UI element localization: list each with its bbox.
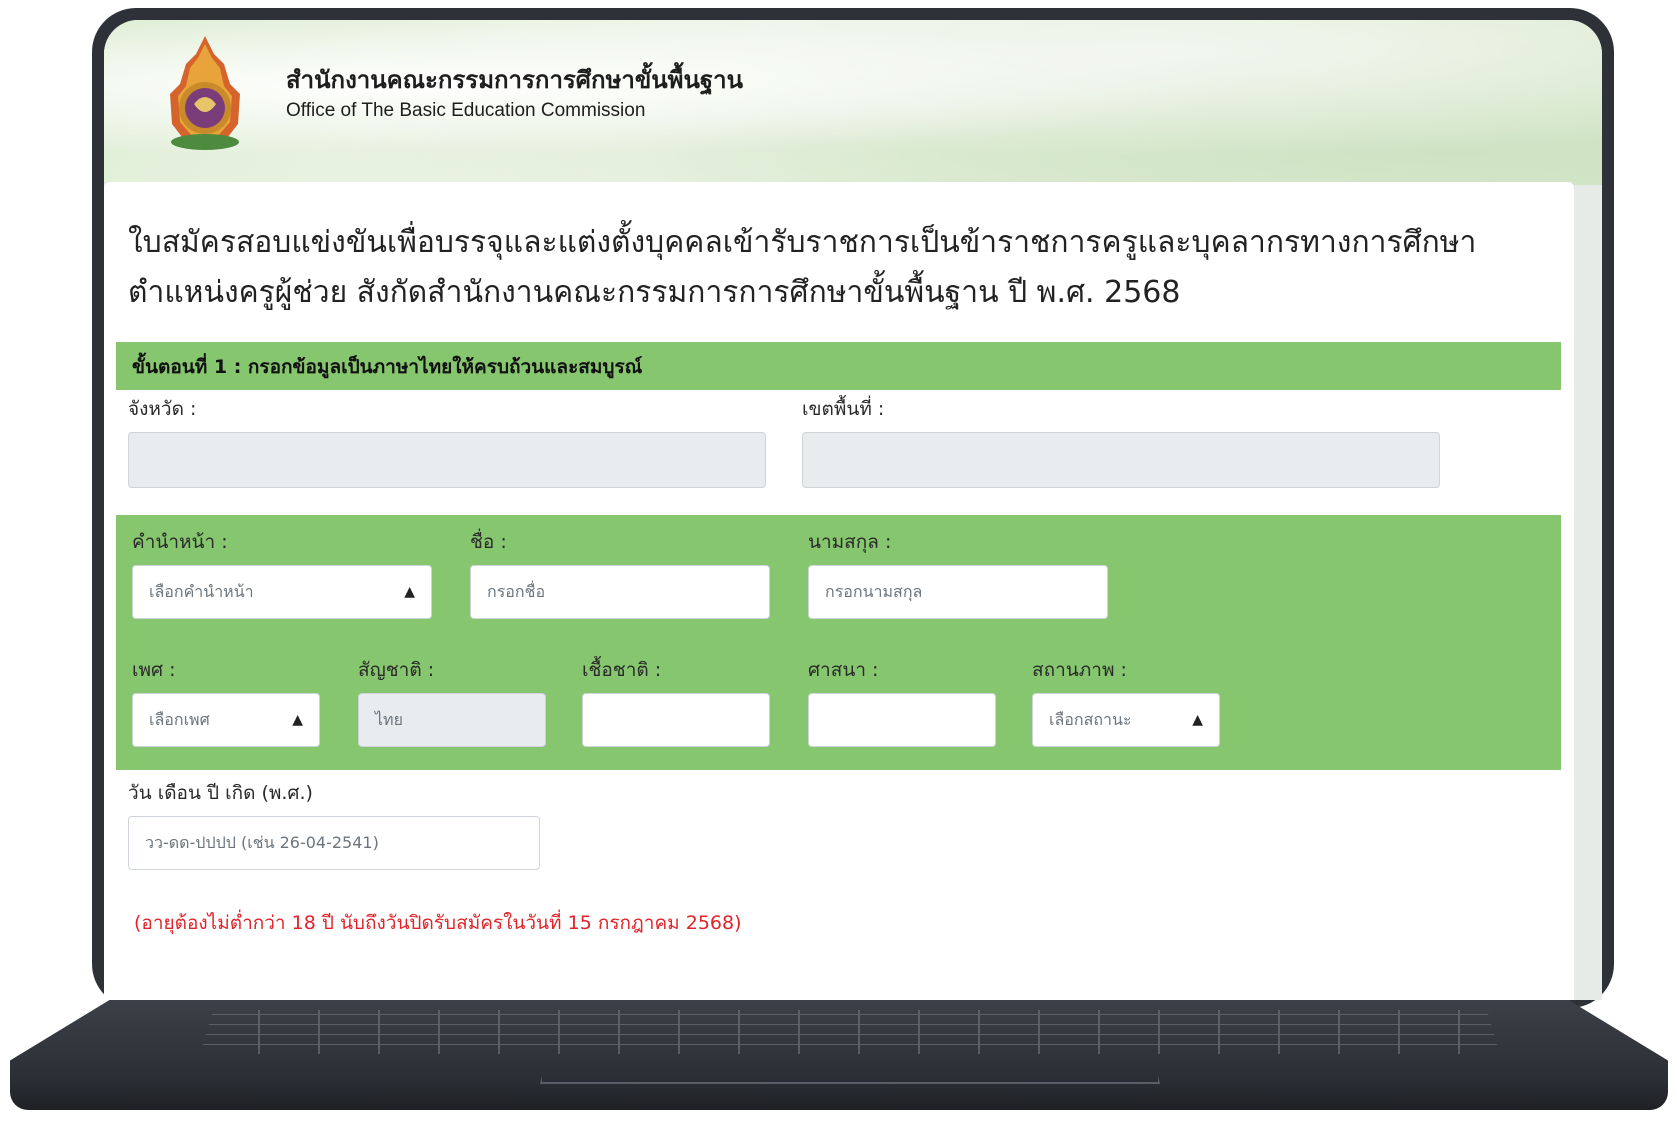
nationality-field[interactable]: ไทย	[358, 693, 546, 747]
laptop-screen: สำนักงานคณะกรรมการการศึกษาขั้นพื้นฐาน Of…	[104, 20, 1602, 1000]
first-name-input[interactable]: กรอกชื่อ	[470, 565, 770, 619]
last-name-input[interactable]: กรอกนามสกุล	[808, 565, 1108, 619]
org-name-english: Office of The Basic Education Commission	[286, 100, 646, 121]
religion-input[interactable]	[808, 693, 996, 747]
gender-select[interactable]: เลือกเพศ ▲︎	[132, 693, 320, 747]
personal-info-section: คำนำหน้า : เลือกคำนำหน้า ▲︎ ชื่อ : กรอกช…	[116, 515, 1561, 770]
org-name-thai: สำนักงานคณะกรรมการการศึกษาขั้นพื้นฐาน	[286, 66, 744, 94]
province-field[interactable]	[128, 432, 766, 488]
nationality-label: สัญชาติ :	[358, 659, 435, 681]
obec-emblem-icon	[170, 36, 240, 150]
application-form-card: ใบสมัครสอบแข่งขันเพื่อบรรจุและแต่งตั้งบุ…	[104, 182, 1574, 1000]
religion-label: ศาสนา :	[808, 659, 879, 681]
page-title: ใบสมัครสอบแข่งขันเพื่อบรรจุและแต่งตั้งบุ…	[128, 225, 1477, 310]
laptop-trackpad	[540, 1058, 1160, 1084]
sort-caret-icon: ▲︎	[292, 712, 303, 728]
ethnicity-label: เชื้อชาติ :	[582, 659, 662, 681]
sort-caret-icon: ▲︎	[404, 584, 415, 600]
gender-label: เพศ :	[132, 659, 176, 681]
birthdate-input[interactable]: วว-ดด-ปปปป (เช่น 26-04-2541)	[128, 816, 540, 870]
step-banner: ขั้นตอนที่ 1 : กรอกข้อมูลเป็นภาษาไทยให้ค…	[116, 342, 1561, 390]
site-header: สำนักงานคณะกรรมการการศึกษาขั้นพื้นฐาน Of…	[104, 20, 1602, 185]
prefix-select[interactable]: เลือกคำนำหน้า ▲︎	[132, 565, 432, 619]
birthdate-label: วัน เดือน ปี เกิด (พ.ศ.)	[128, 782, 313, 804]
gender-select-value: เลือกเพศ	[149, 709, 210, 729]
last-name-label: นามสกุล :	[808, 531, 892, 553]
status-select[interactable]: เลือกสถานะ ▲︎	[1032, 693, 1220, 747]
laptop-keyboard	[200, 1010, 1500, 1054]
prefix-label: คำนำหน้า :	[132, 531, 228, 553]
prefix-select-value: เลือกคำนำหน้า	[149, 581, 254, 601]
area-field[interactable]	[802, 432, 1440, 488]
province-label: จังหวัด :	[128, 398, 197, 420]
ethnicity-input[interactable]	[582, 693, 770, 747]
age-requirement-note: (อายุต้องไม่ต่ำกว่า 18 ปี นับถึงวันปิดรั…	[134, 912, 742, 934]
first-name-label: ชื่อ :	[470, 531, 507, 553]
status-select-value: เลือกสถานะ	[1049, 709, 1132, 729]
area-label: เขตพื้นที่ :	[802, 398, 885, 420]
status-label: สถานภาพ :	[1032, 659, 1127, 681]
sort-caret-icon: ▲︎	[1192, 712, 1203, 728]
